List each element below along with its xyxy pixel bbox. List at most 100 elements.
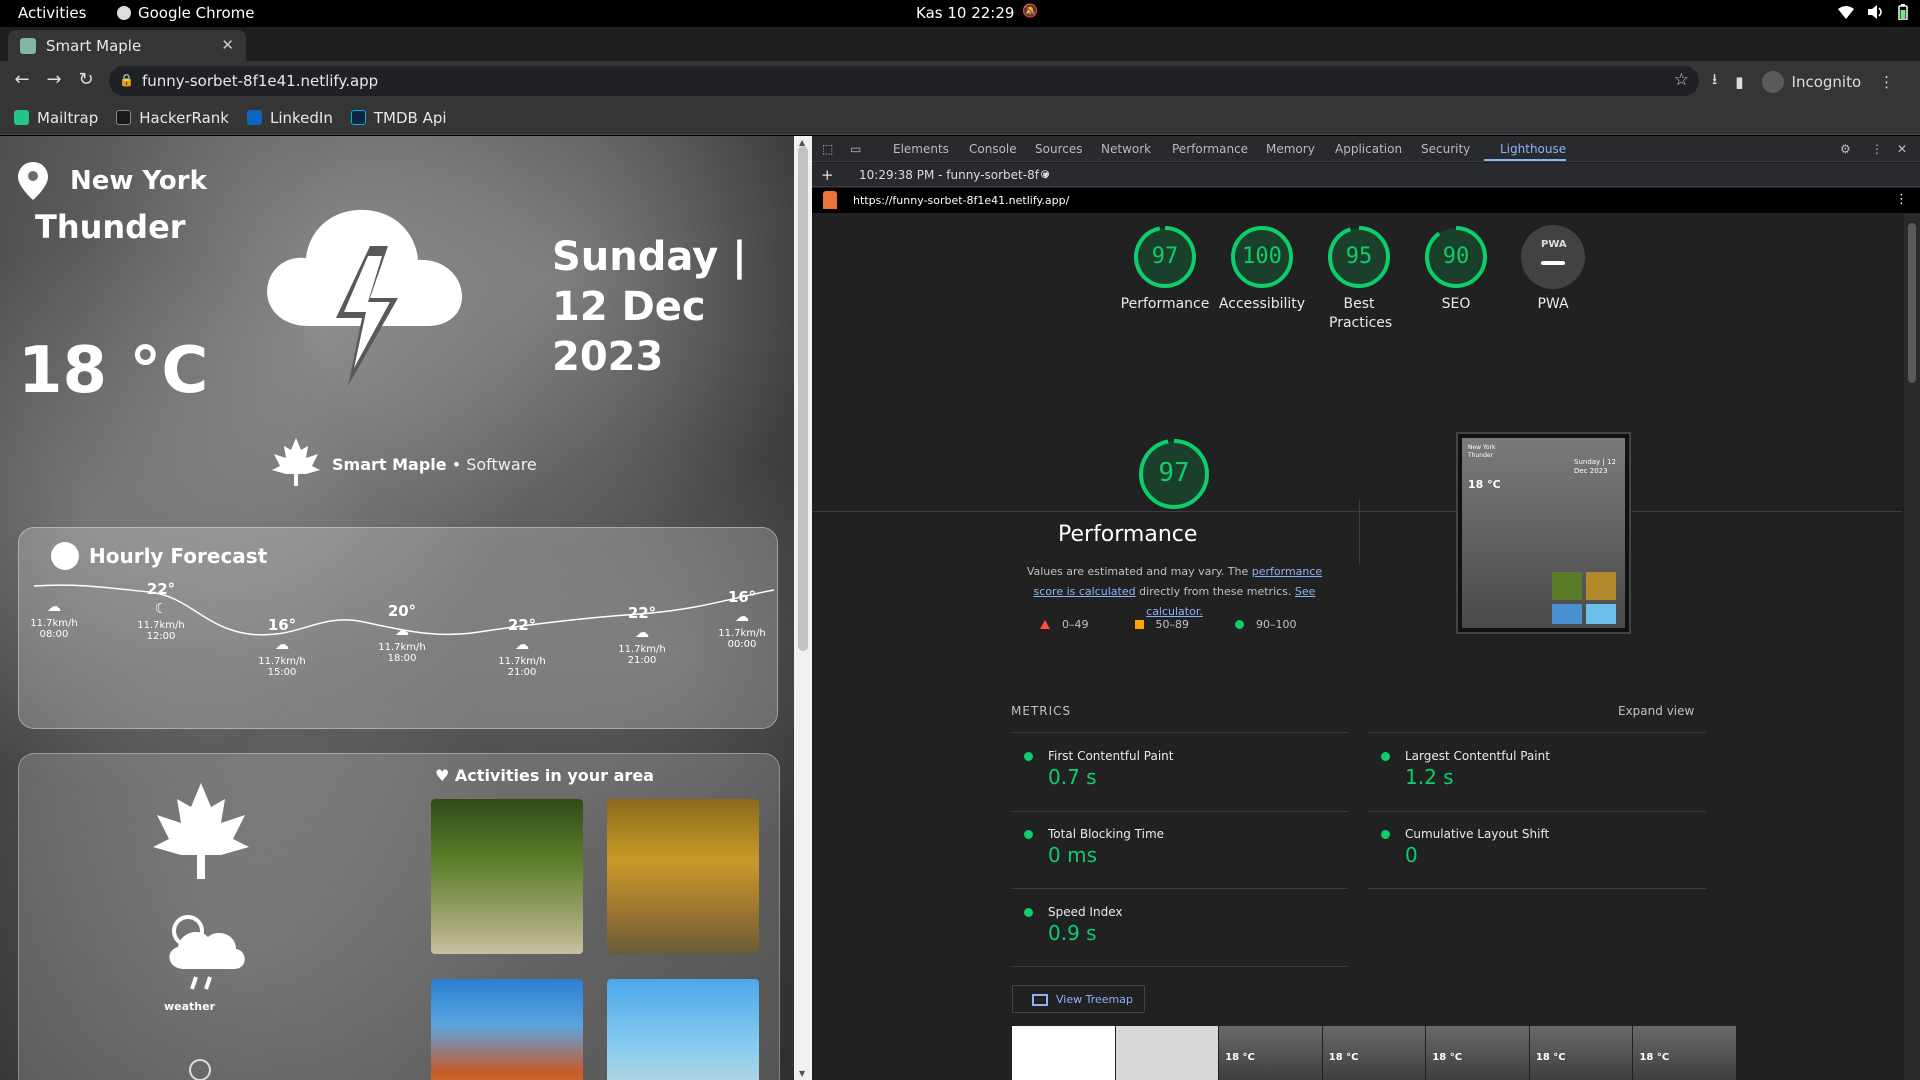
gauge-performance[interactable]: 97 Performance — [1115, 225, 1215, 314]
side-panel-icon[interactable]: ▮ — [1735, 73, 1743, 91]
activities-button[interactable]: Activities — [18, 4, 86, 22]
slot-time: 21:00 — [627, 655, 657, 666]
bookmark-label: LinkedIn — [269, 108, 333, 127]
thumbnail-photo — [1552, 572, 1582, 600]
toolbar-actions: ⭳ ▮ Incognito ⋮ — [1712, 69, 1894, 94]
performance-description: Values are estimated and may vary. The p… — [1012, 562, 1337, 622]
activity-photo-waterpark[interactable] — [431, 979, 583, 1080]
activity-photo-autumn-path[interactable] — [607, 799, 759, 954]
heart-icon: ♥ — [435, 766, 450, 785]
wind-speed: 11.7km/h — [30, 618, 78, 629]
devtools-menu-icon[interactable]: ⋮ — [1871, 142, 1883, 156]
browser-menu-icon[interactable]: ⋮ — [1879, 73, 1894, 91]
thumbnail-photo — [1586, 604, 1616, 624]
browser-tab-smart-maple[interactable]: Smart Maple ✕ — [8, 30, 246, 61]
metric-divider — [1011, 888, 1348, 889]
metric-divider — [1368, 811, 1706, 812]
tab-security[interactable]: Security — [1421, 142, 1470, 156]
address-bar[interactable]: 🔒 funny-sorbet-8f1e41.netlify.app ☆ — [109, 66, 1699, 96]
report-scroll-thumb[interactable] — [1908, 223, 1916, 383]
score-label: SEO — [1441, 296, 1471, 312]
scroll-down-icon[interactable]: ▼ — [799, 1069, 805, 1078]
gauge-pwa[interactable]: PWA PWA — [1503, 225, 1603, 314]
report-selector[interactable]: 10:29:38 PM - funny-sorbet-8f ▾ — [859, 168, 1049, 182]
report-url[interactable]: https://funny-sorbet-8f1e41.netlify.app/ — [853, 194, 1069, 207]
gauge-accessibility[interactable]: 100 Accessibility — [1212, 225, 1312, 314]
metric-divider — [1368, 888, 1706, 889]
clock[interactable]: Kas 10 22:29 — [916, 4, 1014, 22]
filmstrip-frame — [1012, 1026, 1115, 1080]
bookmark-label: Mailtrap — [37, 108, 99, 127]
close-devtools-icon[interactable]: ✕ — [1897, 142, 1907, 156]
tab-sources[interactable]: Sources — [1035, 142, 1082, 156]
notification-muted-icon: 🔕 — [1022, 4, 1039, 19]
bookmark-star-icon[interactable]: ☆ — [1674, 70, 1689, 90]
frame-temp: 18 °C — [1225, 1052, 1255, 1063]
expand-view-button[interactable]: Expand view — [1618, 704, 1694, 718]
lighthouse-toolbar: + 10:29:38 PM - funny-sorbet-8f ▾ ⊘ — [812, 163, 1920, 187]
lock-icon[interactable]: 🔒 — [119, 73, 134, 87]
hourly-slot: ☁ 11.7km/h 08:00 — [19, 596, 89, 640]
bookmark-linkedin[interactable]: LinkedIn — [246, 108, 333, 127]
final-screenshot-thumbnail[interactable]: New York Thunder 18 °C Sunday | 12 Dec 2… — [1456, 432, 1631, 634]
reload-icon[interactable]: ↻ — [74, 69, 98, 90]
wind-speed: 11.7km/h — [718, 628, 766, 639]
night-cloud-icon: ☁ — [395, 623, 409, 639]
browser-toolbar: ← → ↻ 🔒 funny-sorbet-8f1e41.netlify.app … — [0, 61, 1920, 101]
activities-card: weather ♥ Activities in your area — [18, 753, 780, 1080]
report-menu-icon[interactable]: ⋮ — [1895, 192, 1908, 207]
activity-photo-beach[interactable] — [607, 979, 759, 1080]
page-scrollbar[interactable]: ▲ ▼ — [794, 136, 812, 1080]
tab-elements[interactable]: Elements — [893, 142, 949, 156]
slot-time: 21:00 — [507, 667, 537, 678]
tab-memory[interactable]: Memory — [1266, 142, 1315, 156]
pass-circle-icon — [1024, 752, 1033, 761]
hourly-slot: 16° ☁ 11.7km/h 15:00 — [247, 616, 317, 678]
legend-pass: 90–100 — [1235, 618, 1297, 631]
gauge-best-practices[interactable]: 95 Best Practices — [1309, 225, 1409, 333]
tab-network[interactable]: Network — [1101, 142, 1151, 156]
close-tab-icon[interactable]: ✕ — [221, 36, 234, 54]
lighthouse-report: 97 Performance 100 Accessibility 95 Best… — [812, 213, 1902, 1080]
location-pin-icon — [18, 162, 48, 204]
tab-console[interactable]: Console — [969, 142, 1017, 156]
bookmark-tmdb[interactable]: TMDB Api — [350, 109, 447, 127]
address-url[interactable]: funny-sorbet-8f1e41.netlify.app — [142, 72, 378, 90]
device-toolbar-icon[interactable]: ▭ — [850, 142, 861, 156]
new-report-icon[interactable]: + — [821, 166, 834, 184]
report-scrollbar[interactable] — [1904, 213, 1920, 1080]
activity-photo-park[interactable] — [431, 799, 583, 954]
activities-title: ♥ Activities in your area — [435, 766, 654, 785]
settings-gear-icon[interactable]: ⚙ — [1840, 142, 1851, 156]
score-value: 95 — [1345, 244, 1373, 269]
inspect-element-icon[interactable]: ⬚ — [822, 142, 833, 156]
slot-temperature: 16° — [727, 588, 757, 606]
app-menu[interactable]: Google Chrome — [117, 4, 255, 22]
view-treemap-button[interactable]: View Treemap — [1012, 985, 1145, 1013]
incognito-icon — [1761, 70, 1784, 93]
gauge-seo[interactable]: 90 SEO — [1406, 225, 1506, 314]
linkedin-icon — [246, 110, 262, 125]
metrics-heading: METRICS — [1011, 704, 1072, 718]
night-cloud-icon: ☁ — [635, 625, 649, 641]
hourly-slot: 22° ☁ 11.7km/h 21:00 — [607, 604, 677, 666]
incognito-indicator[interactable]: Incognito — [1761, 70, 1861, 93]
back-arrow-icon[interactable]: ← — [10, 69, 34, 90]
bookmark-mailtrap[interactable]: Mailtrap — [14, 109, 98, 127]
tab-application[interactable]: Application — [1335, 142, 1402, 156]
scroll-thumb[interactable] — [798, 146, 808, 651]
treemap-icon — [1032, 994, 1048, 1006]
system-tray[interactable] — [1838, 4, 1908, 24]
bookmark-hackerrank[interactable]: HackerRank — [116, 109, 229, 127]
legend-label: 50–89 — [1155, 618, 1190, 631]
tab-performance[interactable]: Performance — [1172, 142, 1248, 156]
tab-lighthouse[interactable]: Lighthouse — [1500, 142, 1566, 156]
chrome-icon — [117, 6, 131, 20]
download-icon[interactable]: ⭳ — [1712, 69, 1717, 94]
weather-label: weather — [164, 1000, 216, 1013]
brand-separator: • — [451, 454, 462, 474]
clear-reports-icon[interactable]: ⊘ — [1040, 167, 1050, 181]
wifi-icon — [1838, 5, 1854, 23]
forward-arrow-icon[interactable]: → — [42, 69, 66, 90]
wind-speed: 11.7km/h — [137, 620, 185, 631]
